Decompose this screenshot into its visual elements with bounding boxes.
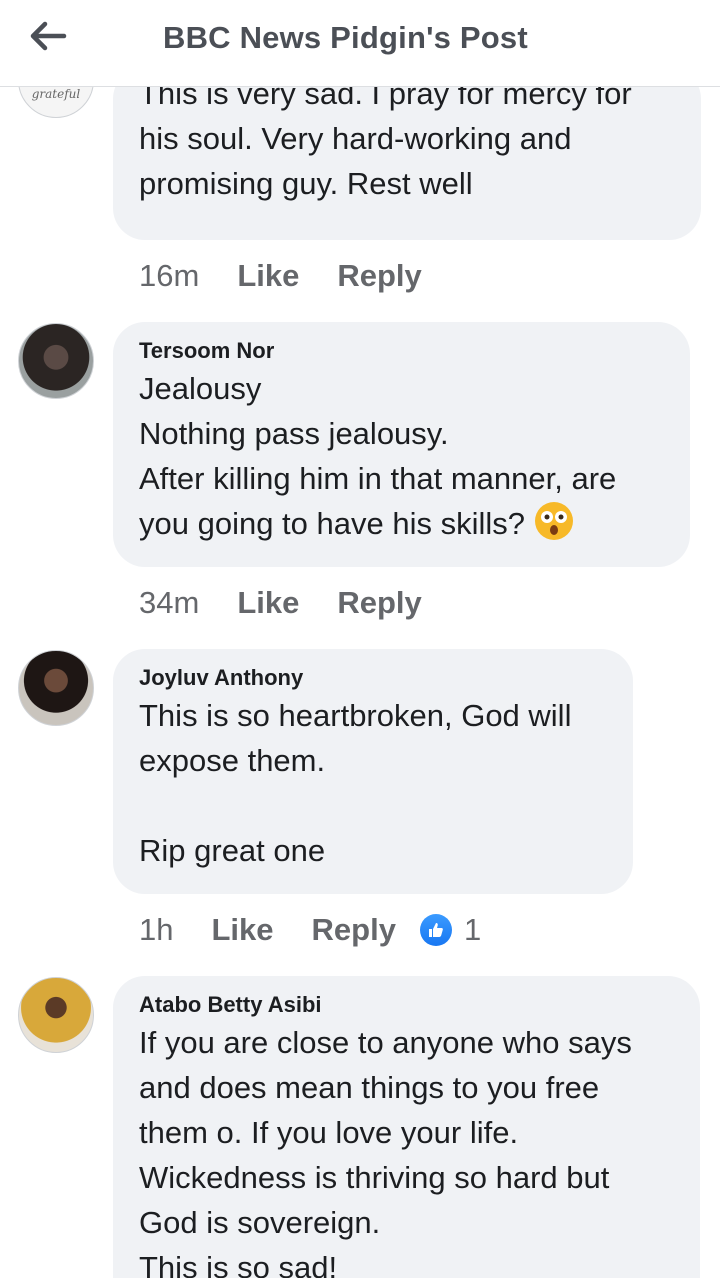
astonished-face-emoji <box>535 502 574 540</box>
reply-button[interactable]: Reply <box>337 585 421 621</box>
top-bar: BBC News Pidgin's Post <box>0 0 720 87</box>
comment-text: This is very sad. I pray for mercy for h… <box>139 87 632 201</box>
comment-bubble[interactable]: Tersoom Nor Jealousy Nothing pass jealou… <box>113 322 690 567</box>
comment-time[interactable]: 16m <box>139 258 199 294</box>
back-button[interactable] <box>24 14 72 58</box>
comment-author[interactable]: Joyluv Anthony <box>139 663 607 693</box>
reply-button[interactable]: Reply <box>312 912 396 948</box>
comment-time[interactable]: 1h <box>139 912 173 948</box>
comment-time[interactable]: 34m <box>139 585 199 621</box>
reaction-count: 1 <box>463 912 482 947</box>
comment-text: Jealousy Nothing pass jealousy. After ki… <box>139 366 664 546</box>
reply-button[interactable]: Reply <box>337 258 421 294</box>
comment-text: If you are close to anyone who says and … <box>139 1025 632 1278</box>
comment-author[interactable]: Atabo Betty Asibi <box>139 990 674 1020</box>
avatar-text: grateful <box>31 87 81 101</box>
comments-list: grateful This is very sad. I pray for me… <box>0 87 720 1278</box>
like-button[interactable]: Like <box>237 258 299 294</box>
avatar[interactable]: grateful <box>18 87 94 118</box>
like-button[interactable]: Like <box>211 912 273 948</box>
comment-text: This is so heartbroken, God will expose … <box>139 698 572 868</box>
page-title: BBC News Pidgin's Post <box>163 20 528 55</box>
comment-bubble[interactable]: Atabo Betty Asibi If you are close to an… <box>113 976 700 1278</box>
thumbs-up-icon <box>419 914 452 946</box>
comment-bubble[interactable]: Joyluv Anthony This is so heartbroken, G… <box>113 649 633 894</box>
reaction-summary[interactable]: 1 <box>419 912 482 948</box>
comment-author[interactable]: Tersoom Nor <box>139 336 664 366</box>
avatar[interactable] <box>18 650 94 726</box>
like-button[interactable]: Like <box>237 585 299 621</box>
comment-actions: 34m Like Reply <box>139 583 422 623</box>
comment-actions: 16m Like Reply <box>139 256 422 296</box>
arrow-left-icon <box>30 21 67 51</box>
comment-actions: 1h Like Reply 1 <box>139 910 481 950</box>
comment-bubble[interactable]: This is very sad. I pray for mercy for h… <box>113 87 701 240</box>
avatar[interactable] <box>18 977 94 1053</box>
avatar[interactable] <box>18 323 94 399</box>
